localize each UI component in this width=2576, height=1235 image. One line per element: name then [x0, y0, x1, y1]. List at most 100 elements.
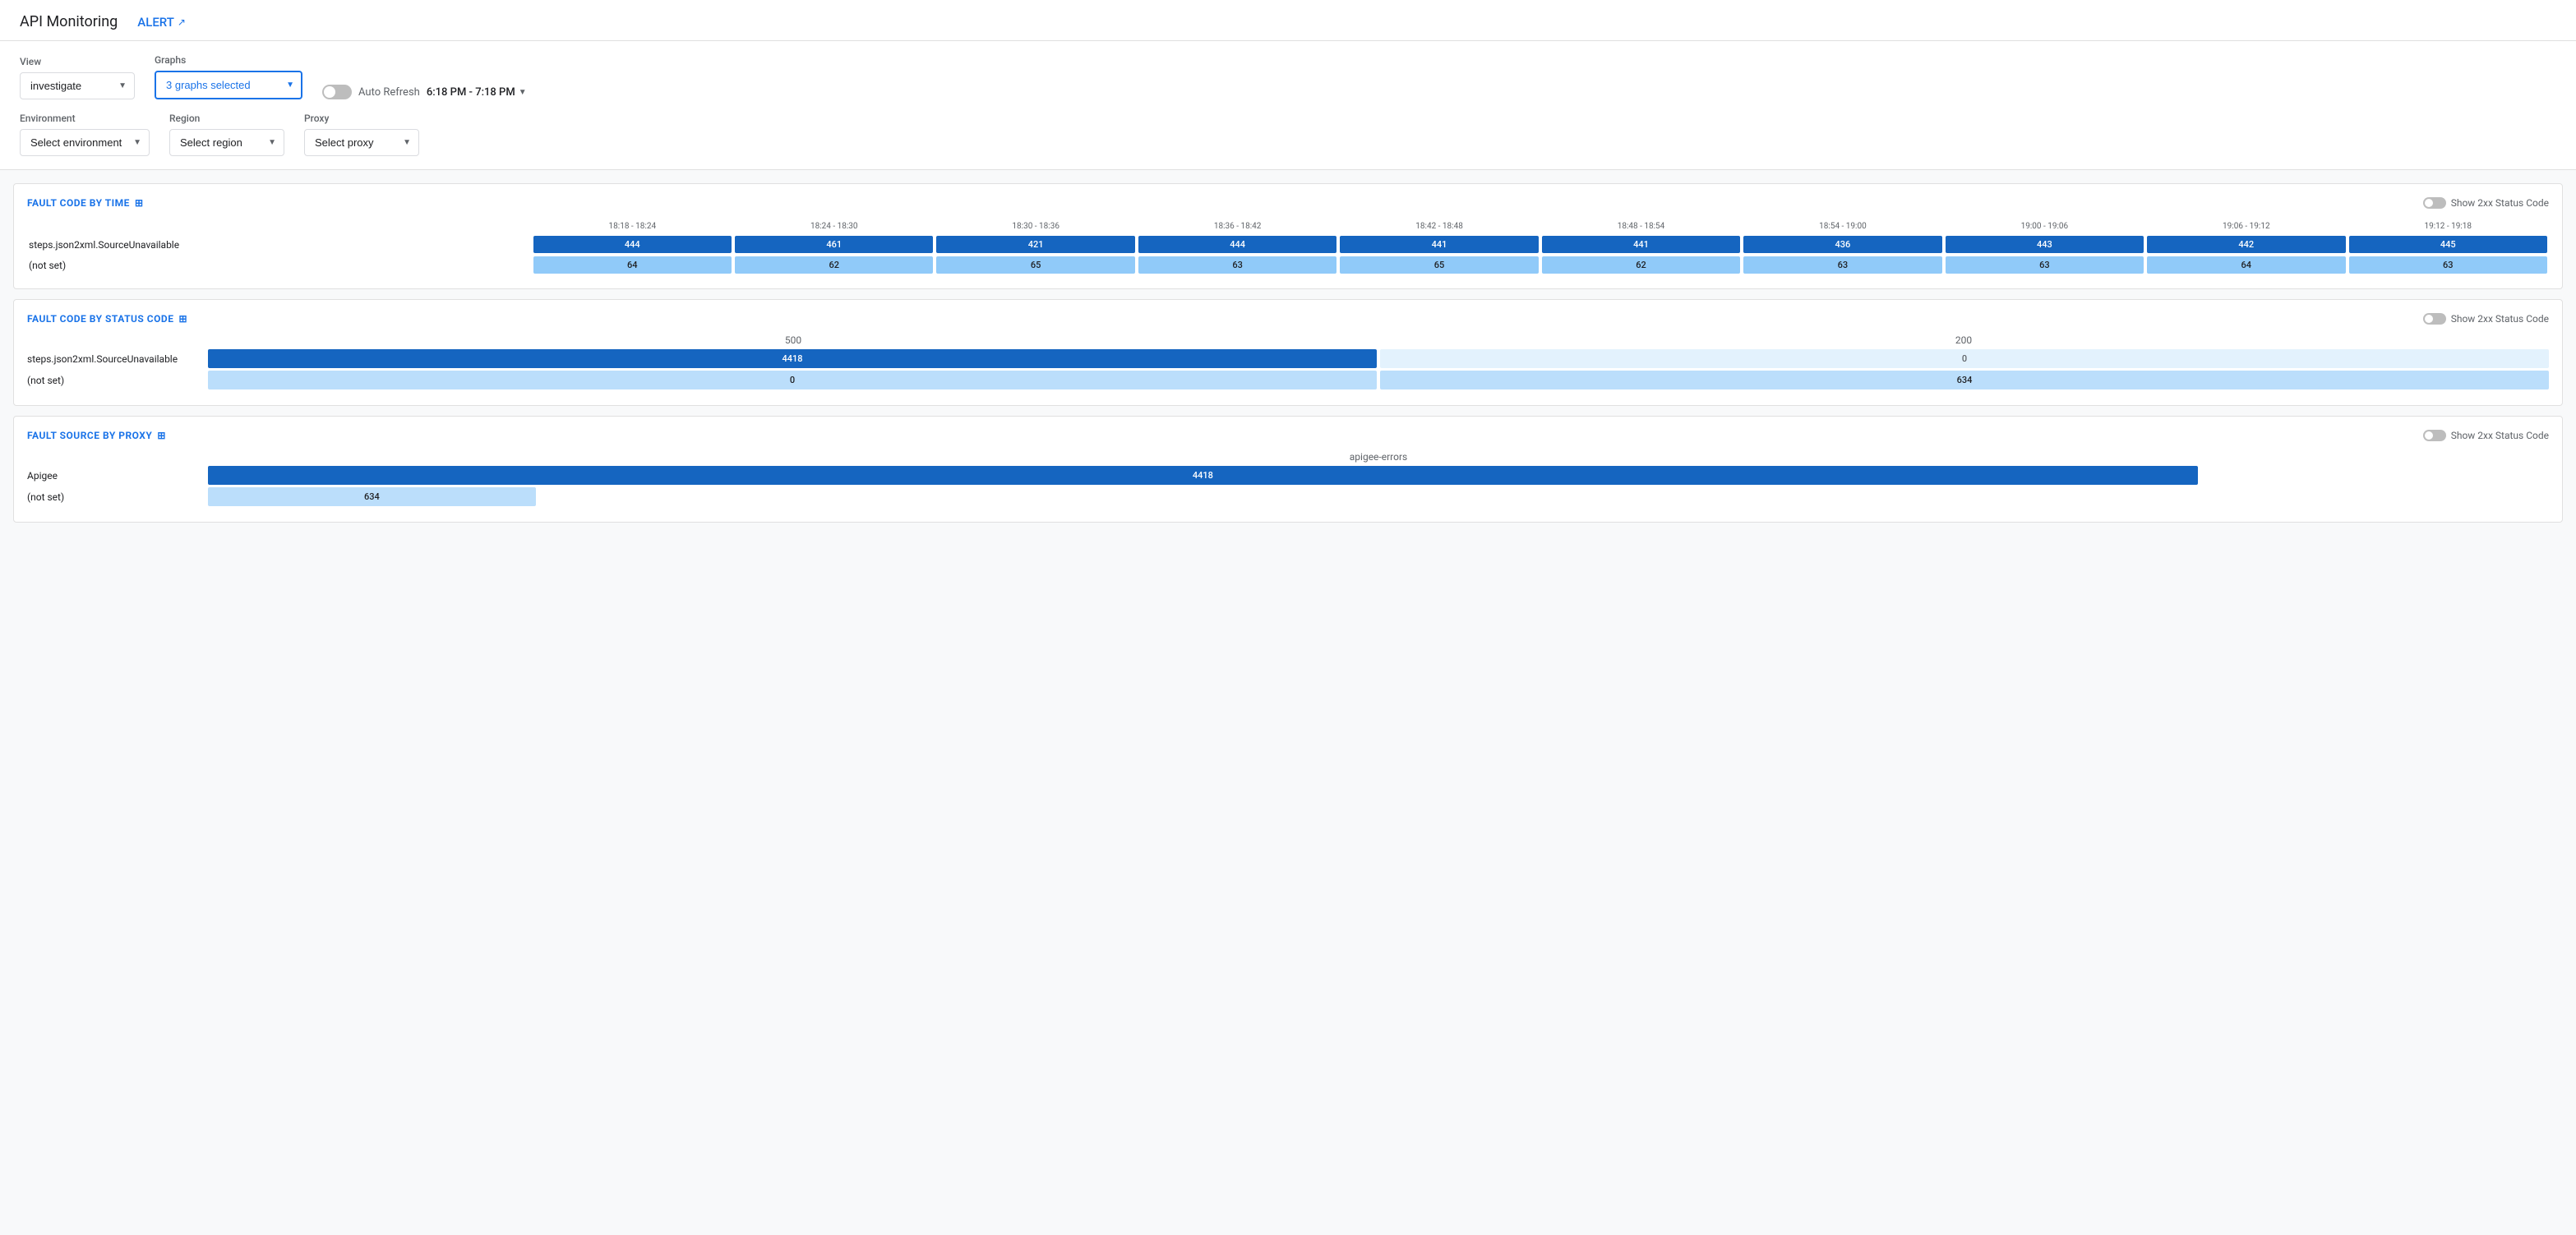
bar-cell: 441	[1542, 236, 1740, 253]
environment-label: Environment	[20, 113, 150, 124]
panel-fault-source-by-proxy: FAULT SOURCE BY PROXY ⊞ Show 2xx Status …	[13, 416, 2563, 523]
bar-cell: 4418	[208, 349, 1377, 368]
environment-select-wrapper: Select environment ▼	[20, 129, 150, 156]
graphs-label: Graphs	[155, 54, 302, 66]
panel2-2xx-toggle[interactable]	[2423, 313, 2446, 325]
panel3-2xx-label: Show 2xx Status Code	[2451, 430, 2549, 441]
table-cell: 436	[1742, 234, 1943, 255]
panel1-col-headers: 18:18 - 18:2418:24 - 18:3018:30 - 18:361…	[27, 219, 2549, 234]
panel3-col-header: apigee-errors	[208, 451, 2549, 463]
environment-control: Environment Select environment ▼	[20, 113, 150, 156]
time-col-header: 19:12 - 19:18	[2347, 219, 2549, 234]
controls-section: View investigate ▼ Graphs 3 graphs selec…	[0, 41, 2576, 170]
panel2-col-header: 500	[208, 334, 1378, 346]
table-cell: 63	[1742, 255, 1943, 275]
table-cell: 63	[2347, 255, 2549, 275]
time-col-header: 19:00 - 19:06	[1944, 219, 2145, 234]
main-content: FAULT CODE BY TIME ⊞ Show 2xx Status Cod…	[0, 170, 2576, 536]
panel3-title: FAULT SOURCE BY PROXY ⊞	[27, 430, 166, 441]
bar-cell: 634	[208, 487, 536, 506]
row-label: (not set)	[27, 491, 208, 503]
region-select[interactable]: Select region	[169, 129, 284, 156]
bar-cell: 64	[2147, 256, 2345, 274]
alert-link[interactable]: ALERT ↗	[137, 15, 186, 30]
panel1-show2xx: Show 2xx Status Code	[2423, 197, 2549, 209]
panel2-cols-area: 500200	[208, 334, 2549, 346]
bar-cell: 63	[1946, 256, 2144, 274]
environment-select[interactable]: Select environment	[20, 129, 150, 156]
panel1-table: 18:18 - 18:2418:24 - 18:3018:30 - 18:361…	[27, 219, 2549, 275]
panel2-content: 500200steps.json2xml.SourceUnavailable44…	[27, 334, 2549, 389]
table-cell: 461	[733, 234, 935, 255]
time-col-header: 18:30 - 18:36	[935, 219, 1136, 234]
bar-cell: 421	[936, 236, 1134, 253]
table-cell: 63	[1137, 255, 1338, 275]
view-select[interactable]: investigate	[20, 72, 135, 99]
bar-cell: 442	[2147, 236, 2345, 253]
controls-row-2: Environment Select environment ▼ Region …	[20, 113, 2556, 156]
panel2-col-header: 200	[1378, 334, 2549, 346]
bar-cell: 65	[936, 256, 1134, 274]
panel3-content: apigee-errorsApigee4418(not set)634	[27, 451, 2549, 506]
alert-label: ALERT	[137, 15, 174, 30]
row-bars: 634	[208, 487, 2549, 506]
row-label: (not set)	[27, 375, 208, 386]
graphs-select-wrapper: 3 graphs selected ▼	[155, 71, 302, 99]
row-bars: 44180	[208, 349, 2549, 368]
proxy-control: Proxy Select proxy ▼	[304, 113, 419, 156]
bar-cell: 443	[1946, 236, 2144, 253]
graphs-control: Graphs 3 graphs selected ▼	[155, 54, 302, 99]
time-range-selector[interactable]: 6:18 PM - 7:18 PM ▼	[427, 86, 527, 99]
panel3-2xx-toggle[interactable]	[2423, 430, 2446, 441]
proxy-label: Proxy	[304, 113, 419, 124]
region-label: Region	[169, 113, 284, 124]
view-select-wrapper: investigate ▼	[20, 72, 135, 99]
row-bars: 4418	[208, 466, 2549, 485]
bar-cell: 436	[1743, 236, 1941, 253]
time-col-header: 18:48 - 18:54	[1540, 219, 1742, 234]
panel1-info-icon[interactable]: ⊞	[135, 197, 144, 209]
panel2-info-icon[interactable]: ⊞	[178, 313, 187, 325]
region-control: Region Select region ▼	[169, 113, 284, 156]
panel2-header: FAULT CODE BY STATUS CODE ⊞ Show 2xx Sta…	[27, 313, 2549, 325]
table-cell: 62	[1540, 255, 1742, 275]
list-item: steps.json2xml.SourceUnavailable44180	[27, 349, 2549, 368]
graphs-select[interactable]: 3 graphs selected	[155, 71, 302, 99]
panel1-2xx-toggle[interactable]	[2423, 197, 2446, 209]
bar-cell: 441	[1340, 236, 1538, 253]
list-item: Apigee4418	[27, 466, 2549, 485]
time-range-value: 6:18 PM - 7:18 PM	[427, 86, 515, 99]
time-col-header: 18:42 - 18:48	[1338, 219, 1540, 234]
panel2-col-headers-row: 500200	[27, 334, 2549, 346]
panel2-title-text: FAULT CODE BY STATUS CODE	[27, 313, 173, 325]
row-label: steps.json2xml.SourceUnavailable	[27, 353, 208, 365]
bar-cell: 0	[208, 371, 1377, 389]
panel3-title-text: FAULT SOURCE BY PROXY	[27, 430, 152, 441]
table-cell: 421	[935, 234, 1136, 255]
proxy-select[interactable]: Select proxy	[304, 129, 419, 156]
auto-refresh-toggle[interactable]	[322, 85, 352, 99]
bar-cell: 65	[1340, 256, 1538, 274]
row-label: Apigee	[27, 470, 208, 482]
panel2-show2xx: Show 2xx Status Code	[2423, 313, 2549, 325]
proxy-select-wrapper: Select proxy ▼	[304, 129, 419, 156]
bar-cell: 4418	[208, 466, 2198, 485]
time-col-header: 18:18 - 18:24	[532, 219, 733, 234]
panel3-info-icon[interactable]: ⊞	[157, 430, 166, 441]
panel2-2xx-label: Show 2xx Status Code	[2451, 313, 2549, 325]
panel-fault-code-by-time: FAULT CODE BY TIME ⊞ Show 2xx Status Cod…	[13, 183, 2563, 289]
table-row: (not set)64626563656263636463	[27, 255, 2549, 275]
time-col-header: 18:24 - 18:30	[733, 219, 935, 234]
app-header: API Monitoring ALERT ↗	[0, 0, 2576, 41]
bar-cell: 445	[2349, 236, 2547, 253]
panel-fault-code-by-status-code: FAULT CODE BY STATUS CODE ⊞ Show 2xx Sta…	[13, 299, 2563, 406]
bar-cell: 634	[1380, 371, 2549, 389]
panel3-header: FAULT SOURCE BY PROXY ⊞ Show 2xx Status …	[27, 430, 2549, 441]
panel1-title-text: FAULT CODE BY TIME	[27, 197, 130, 209]
time-col-header: 18:54 - 19:00	[1742, 219, 1943, 234]
time-col-header: 18:36 - 18:42	[1137, 219, 1338, 234]
app-title: API Monitoring	[20, 13, 118, 30]
bar-cell: 63	[2349, 256, 2547, 274]
auto-refresh-label: Auto Refresh	[358, 86, 420, 99]
panel1-2xx-label: Show 2xx Status Code	[2451, 197, 2549, 209]
